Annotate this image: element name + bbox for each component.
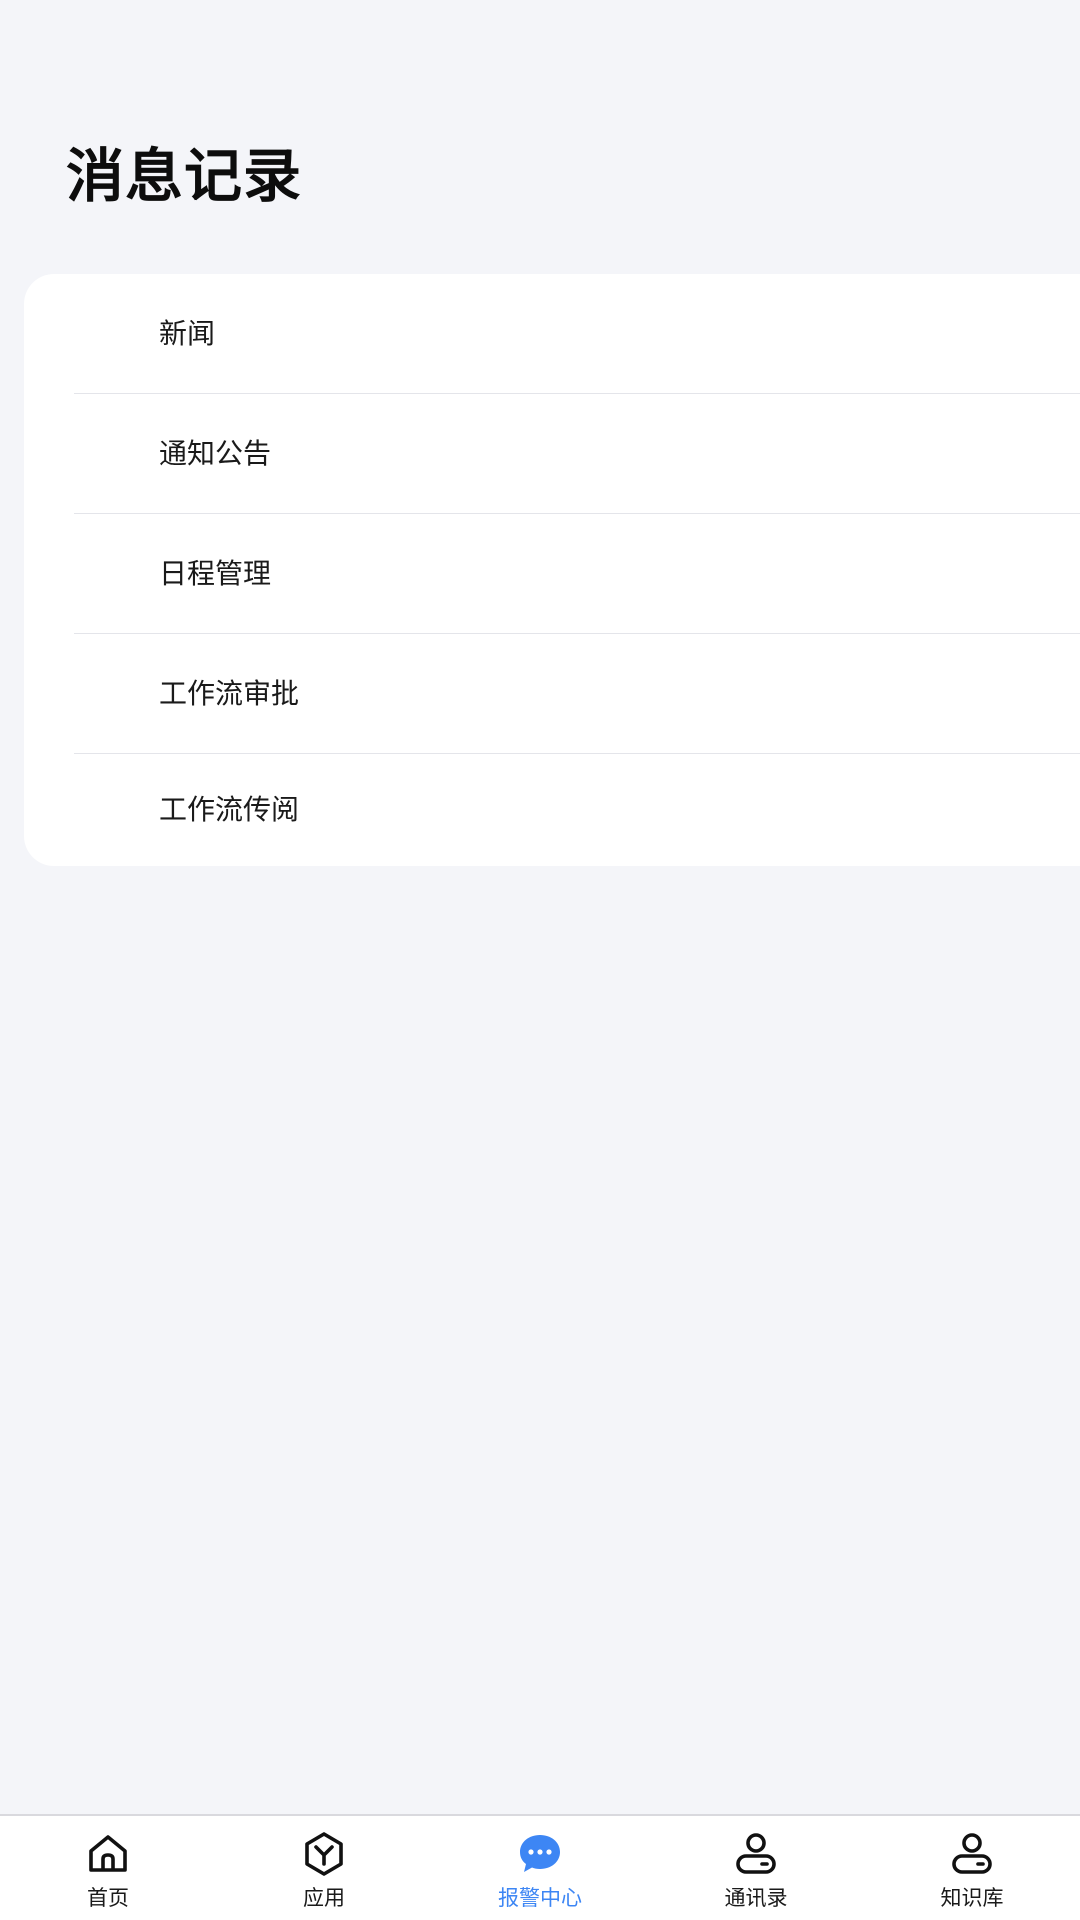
message-item-label: 工作流审批: [159, 677, 300, 710]
chat-bubble-icon: [520, 1835, 560, 1872]
message-item-news[interactable]: 新闻: [24, 274, 1080, 394]
tab-knowledge-base[interactable]: 知识库: [864, 1816, 1080, 1920]
tab-label: 首页: [87, 1886, 129, 1910]
message-category-list: 新闻 通知公告 日程管理 工作流审批 工作流传阅: [24, 274, 1080, 866]
bottom-tab-bar: 首页 应用 报警中心 通讯录 知识库: [0, 1814, 1080, 1920]
message-item-label: 新闻: [159, 317, 216, 350]
message-item-notices[interactable]: 通知公告: [24, 394, 1080, 514]
tab-label: 知识库: [940, 1886, 1004, 1910]
tab-alarm-center[interactable]: 报警中心: [432, 1816, 648, 1920]
contact-person-icon: [952, 1833, 992, 1874]
tab-home[interactable]: 首页: [0, 1816, 216, 1920]
page-title: 消息记录: [66, 142, 303, 210]
message-item-label: 通知公告: [159, 437, 272, 470]
tab-label: 应用: [303, 1886, 345, 1910]
tab-contacts[interactable]: 通讯录: [648, 1816, 864, 1920]
hexagon-app-icon: [305, 1832, 343, 1876]
tab-apps[interactable]: 应用: [216, 1816, 432, 1920]
contact-person-icon: [736, 1833, 776, 1874]
message-item-schedule[interactable]: 日程管理: [24, 514, 1080, 634]
tab-label: 通讯录: [724, 1886, 788, 1910]
home-icon: [89, 1835, 127, 1872]
tab-label: 报警中心: [498, 1886, 582, 1910]
message-item-label: 工作流传阅: [159, 793, 300, 826]
message-item-workflow-circulation[interactable]: 工作流传阅: [24, 754, 1080, 866]
message-item-label: 日程管理: [159, 557, 272, 590]
message-item-workflow-approval[interactable]: 工作流审批: [24, 634, 1080, 754]
